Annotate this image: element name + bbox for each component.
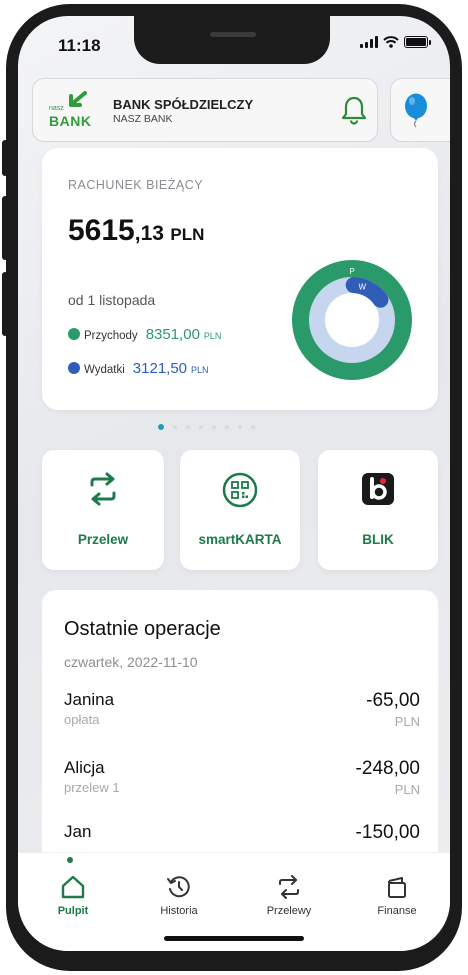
operation-name: Alicja	[64, 758, 105, 777]
expense-legend: Wydatki 3121,50 PLN	[68, 360, 209, 377]
pager-dot[interactable]	[173, 425, 177, 429]
operation-name: Janina	[64, 690, 115, 709]
pager-dot[interactable]	[158, 424, 164, 430]
status-time: 11:18	[58, 36, 101, 55]
blik-label: BLIK	[362, 532, 394, 547]
balloon-button[interactable]	[390, 78, 450, 142]
przelew-tile[interactable]: Przelew	[42, 450, 164, 570]
operation-amount: -150,00	[355, 822, 420, 843]
operation-name: Jan	[64, 822, 92, 841]
account-card[interactable]: RACHUNEK BIEŻĄCY 5615,13 PLN od 1 listop…	[42, 148, 438, 410]
income-legend: Przychody 8351,00 PLN	[68, 326, 221, 343]
finance-icon	[388, 877, 406, 898]
transfer-icon	[90, 472, 116, 506]
wifi-icon	[383, 36, 399, 48]
income-dot-icon	[68, 328, 80, 340]
przelew-label: Przelew	[77, 532, 129, 547]
operation-currency: PLN	[394, 782, 420, 797]
status-icons	[360, 36, 431, 48]
volume-up-button	[2, 196, 8, 260]
nav-pulpit[interactable]: Pulpit	[28, 857, 118, 917]
blik-tile[interactable]: BLIK	[318, 450, 438, 570]
expense-label: Wydatki	[84, 364, 125, 376]
pager-dot[interactable]	[199, 425, 203, 429]
pager-dot[interactable]	[212, 425, 216, 429]
income-currency: PLN	[203, 331, 222, 341]
balloon-icon	[405, 93, 427, 128]
operation-amount: -248,00	[355, 758, 420, 779]
battery-icon	[404, 36, 431, 48]
logo-arrow-icon	[69, 91, 87, 107]
history-icon	[167, 876, 190, 898]
nav-finanse[interactable]: Finanse	[352, 867, 442, 917]
nav-finanse-label: Finanse	[377, 905, 417, 917]
nav-przelewy[interactable]: Przelewy	[244, 867, 334, 917]
operation-currency: PLN	[394, 714, 420, 729]
carousel-pager[interactable]	[158, 424, 255, 430]
home-indicator[interactable]	[164, 936, 304, 941]
nav-active-indicator	[67, 857, 73, 863]
transfers-icon	[279, 875, 299, 899]
smartkarta-label: smartKARTA	[198, 532, 282, 547]
logo-small-text: nasz	[49, 105, 64, 112]
qr-card-icon	[222, 472, 258, 508]
pager-dot[interactable]	[186, 425, 190, 429]
mute-switch	[2, 140, 8, 176]
bank-name: BANK SPÓŁDZIELCZY	[113, 97, 254, 112]
account-period: od 1 listopada	[68, 292, 156, 308]
nav-pulpit-label: Pulpit	[57, 905, 89, 917]
income-expense-donut: P W	[292, 260, 412, 380]
bank-header[interactable]: nasz BANK BANK SPÓŁDZIELCZY NASZ BANK	[32, 78, 378, 142]
pager-dot[interactable]	[251, 425, 255, 429]
logo-bank-text: BANK	[49, 113, 92, 129]
operation-desc: opłata	[64, 712, 100, 727]
account-balance: 5615,13 PLN	[68, 214, 204, 248]
operation-desc: przelew 1	[64, 780, 120, 795]
donut-income-marker: P	[349, 267, 354, 276]
nav-przelewy-label: Przelewy	[266, 905, 312, 917]
pager-dot[interactable]	[225, 425, 229, 429]
recent-operations: Ostatnie operacje czwartek, 2022-11-10 J…	[42, 590, 438, 880]
bell-icon[interactable]	[341, 95, 367, 125]
operations-date: czwartek, 2022-11-10	[64, 654, 198, 670]
smartkarta-tile[interactable]: smartKARTA	[180, 450, 300, 570]
app-screen: 11:18 nasz BANK BANK SPÓŁDZIELCZY NASZ B…	[18, 16, 450, 951]
operations-title: Ostatnie operacje	[64, 618, 221, 640]
operation-amount: -65,00	[366, 690, 420, 711]
signal-icon	[360, 36, 378, 48]
balance-decimal: ,13	[134, 222, 164, 245]
balance-main: 5615	[68, 214, 135, 247]
bank-subname: NASZ BANK	[113, 113, 173, 125]
nav-historia[interactable]: Historia	[134, 867, 224, 917]
blik-icon	[362, 473, 394, 505]
pager-dot[interactable]	[238, 425, 242, 429]
bank-logo: nasz BANK	[49, 91, 95, 129]
income-label: Przychody	[84, 330, 138, 342]
expense-dot-icon	[68, 362, 80, 374]
income-value: 8351,00	[145, 326, 200, 343]
home-icon	[61, 875, 85, 899]
nav-historia-label: Historia	[160, 905, 198, 917]
donut-expense-marker: W	[359, 283, 367, 292]
volume-down-button	[2, 272, 8, 336]
notch	[134, 16, 330, 64]
expense-currency: PLN	[191, 365, 209, 375]
account-label: RACHUNEK BIEŻĄCY	[68, 178, 204, 192]
expense-value: 3121,50	[132, 360, 188, 377]
balance-currency: PLN	[170, 225, 205, 244]
